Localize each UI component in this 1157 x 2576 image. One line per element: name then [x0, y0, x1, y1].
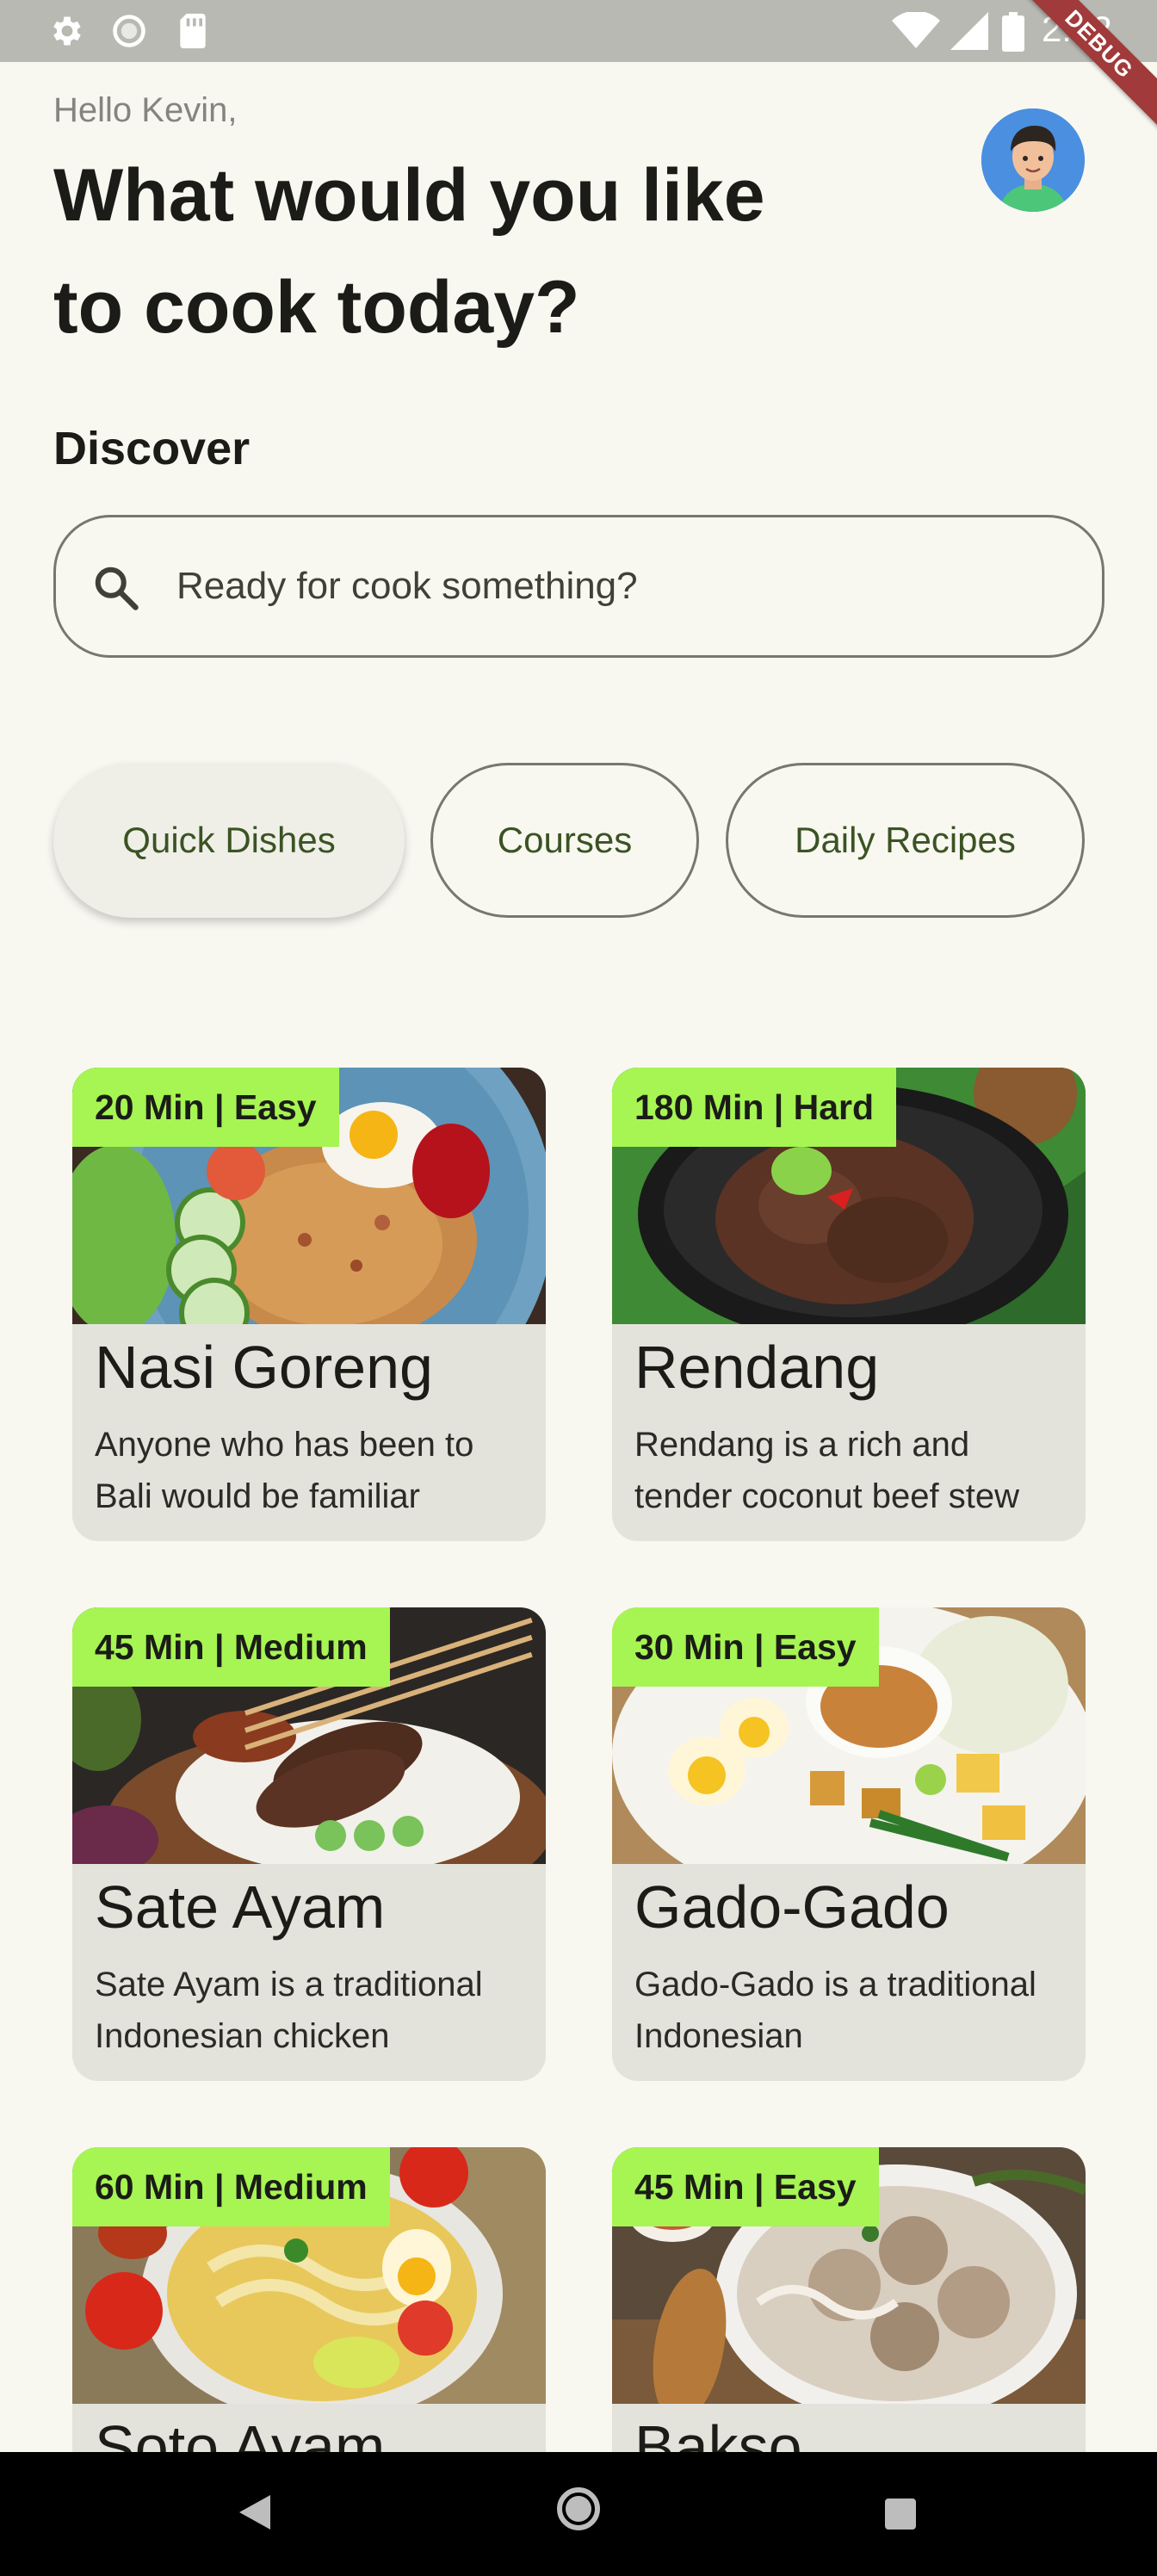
recipe-description: Anyone who has been to Bali would be fam…	[95, 1426, 474, 1515]
page-title: What would you like to cook today?	[53, 154, 765, 349]
recipe-badge: 45 Min | Easy	[612, 2147, 879, 2226]
signal-icon	[950, 12, 988, 50]
recipe-card[interactable]: 30 Min | Easy Gado-Gado Gado-Gado is a t…	[612, 1607, 1086, 2081]
recents-icon[interactable]	[885, 2499, 916, 2530]
recipe-badge: 45 Min | Medium	[72, 1607, 390, 1687]
recipe-title: Sate Ayam	[95, 1873, 386, 1941]
status-bar: 2:12 DEBUG	[0, 0, 1157, 132]
avatar-icon	[981, 108, 1085, 212]
section-title-discover: Discover	[53, 423, 251, 474]
recipe-title: Gado-Gado	[634, 1873, 950, 1941]
circle-icon	[113, 15, 145, 47]
recipe-description: Gado-Gado is a traditional Indonesian	[634, 1966, 1036, 2055]
recipe-description: Sate Ayam is a traditional Indonesian ch…	[95, 1966, 483, 2055]
recipe-badge: 180 Min | Hard	[612, 1068, 897, 1147]
search-icon	[95, 567, 139, 610]
recipe-description: Rendang is a rich and tender coconut bee…	[634, 1426, 1019, 1515]
back-icon[interactable]	[239, 2495, 270, 2530]
gear-icon	[53, 16, 81, 46]
chip-quick-dishes[interactable]: Quick Dishes	[53, 763, 405, 918]
search-bar[interactable]	[53, 515, 1104, 658]
recipe-badge: 60 Min | Medium	[72, 2147, 390, 2226]
recipe-card[interactable]: 45 Min | Medium Sate Ayam Sate Ayam is a…	[72, 1607, 546, 2081]
greeting-text: Hello Kevin,	[53, 91, 238, 129]
home-icon[interactable]	[556, 2486, 601, 2531]
recipe-card[interactable]: 180 Min | Hard Rendang Rendang is a rich…	[612, 1068, 1086, 1541]
chip-daily-recipes[interactable]: Daily Recipes	[726, 763, 1085, 918]
chip-courses[interactable]: Courses	[430, 763, 699, 918]
wifi-icon	[892, 12, 940, 48]
avatar[interactable]	[981, 108, 1085, 212]
recipe-card[interactable]: 20 Min | Easy Nasi Goreng Anyone who has…	[72, 1068, 546, 1541]
recipe-badge: 20 Min | Easy	[72, 1068, 339, 1147]
system-nav-bar	[0, 2452, 1157, 2576]
battery-icon	[1002, 12, 1024, 52]
recipe-title: Rendang	[634, 1334, 880, 1401]
recipe-title: Nasi Goreng	[95, 1334, 433, 1401]
search-input[interactable]	[176, 517, 1037, 655]
sd-card-icon	[180, 13, 206, 49]
recipe-badge: 30 Min | Easy	[612, 1607, 879, 1687]
